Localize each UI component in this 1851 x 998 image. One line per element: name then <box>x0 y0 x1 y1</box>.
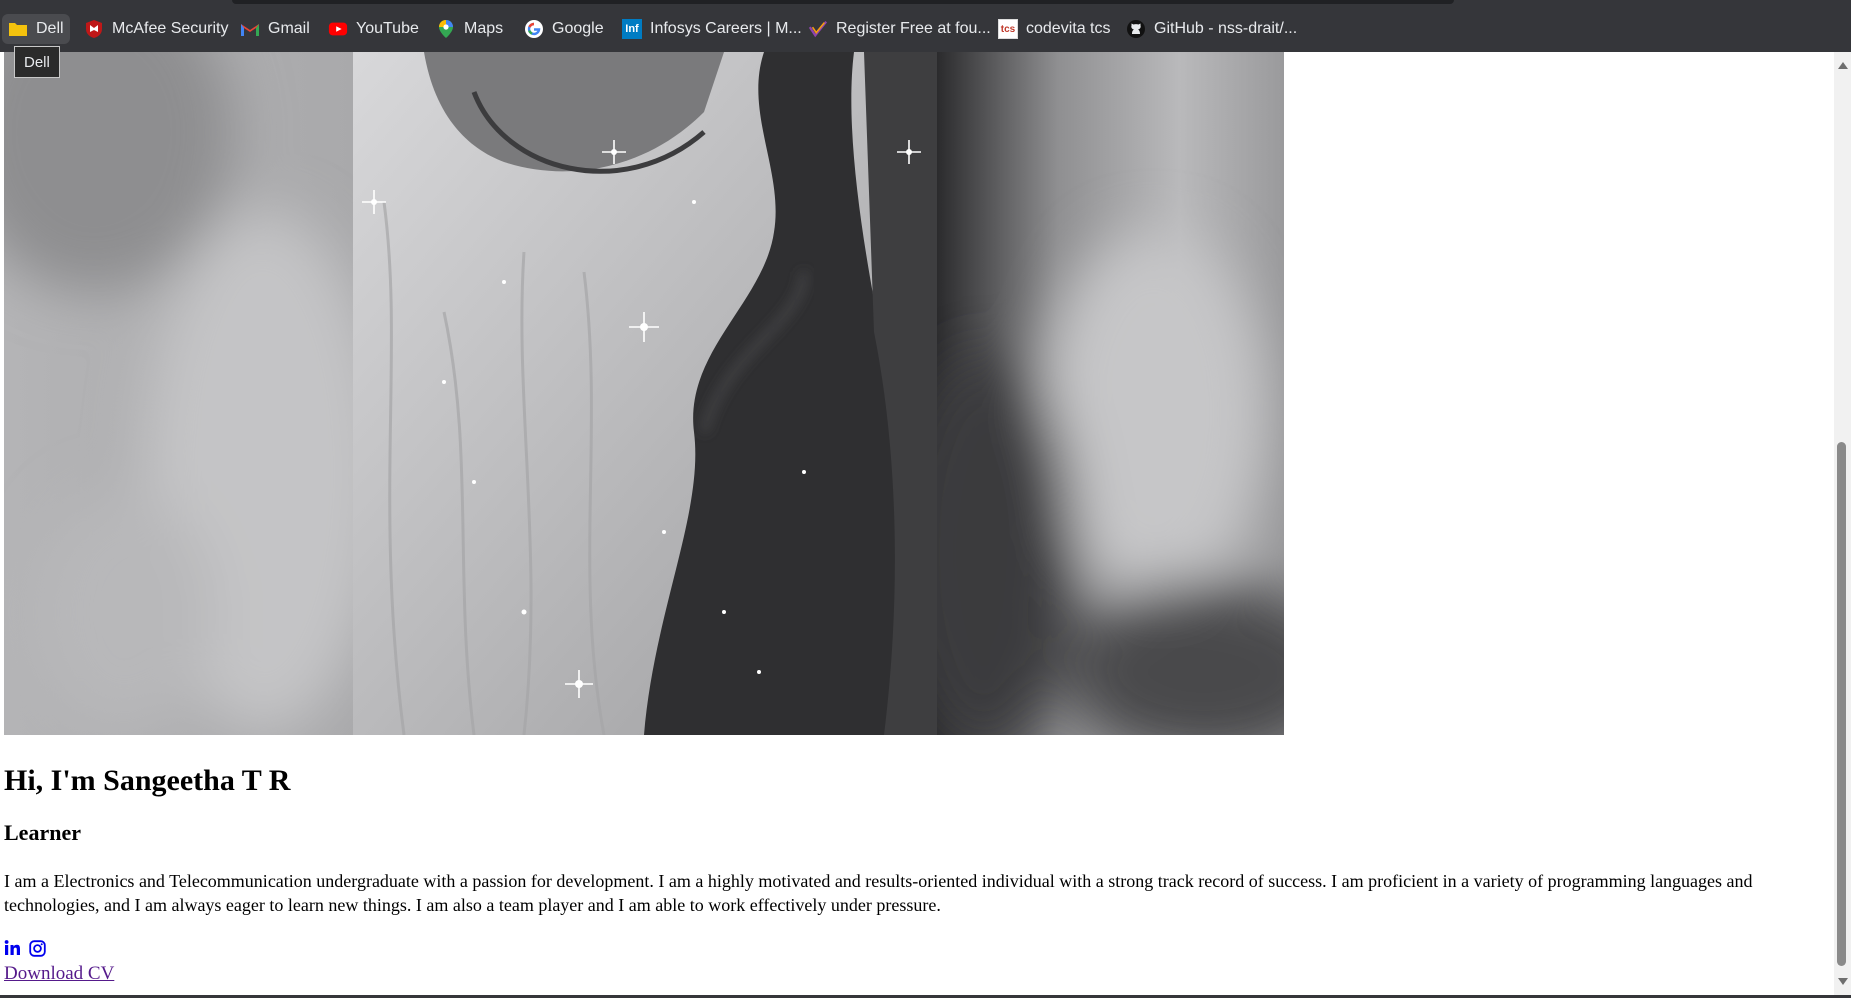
bookmark-maps[interactable]: Maps <box>436 14 503 44</box>
bookmark-tooltip: Dell <box>14 46 60 78</box>
bookmark-register[interactable]: Register Free at fou... <box>808 14 991 44</box>
bookmark-label: Gmail <box>268 20 310 37</box>
hero-section: Hi, I'm Sangeetha T R Learner I am a Ele… <box>4 763 1834 985</box>
bookmark-dell[interactable]: Dell <box>2 14 70 44</box>
folder-icon <box>8 19 28 39</box>
bookmark-infosys[interactable]: Inf Infosys Careers | M... <box>622 14 802 44</box>
bookmark-label: Infosys Careers | M... <box>650 20 802 37</box>
download-cv-link[interactable]: Download CV <box>4 963 114 985</box>
scroll-up-arrow-icon[interactable] <box>1838 62 1848 69</box>
page-viewport: Hi, I'm Sangeetha T R Learner I am a Ele… <box>0 52 1851 995</box>
bookmark-youtube[interactable]: YouTube <box>328 14 419 44</box>
bookmark-codevita[interactable]: tcs codevita tcs <box>998 14 1110 44</box>
hero-heading: Hi, I'm Sangeetha T R <box>4 764 291 797</box>
bookmark-mcafee[interactable]: McAfee Security <box>84 14 228 44</box>
bookmarks-bar: Dell McAfee Security Gmail YouTube Maps … <box>0 0 1851 52</box>
linkedin-icon[interactable] <box>4 940 21 956</box>
role-subheading: Learner <box>4 820 81 845</box>
instagram-icon[interactable] <box>29 939 46 957</box>
profile-photo <box>4 52 1284 735</box>
gmail-icon <box>240 19 260 39</box>
bookmark-label: Dell <box>36 20 64 37</box>
tcs-icon: tcs <box>998 19 1018 39</box>
bookmark-label: GitHub - nss-drait/... <box>1154 20 1298 37</box>
checkmark-logo-icon <box>808 19 828 39</box>
bookmark-label: McAfee Security <box>112 20 229 37</box>
social-links <box>4 937 1834 959</box>
bookmark-label: Maps <box>464 20 504 37</box>
github-icon <box>1126 19 1146 39</box>
google-icon <box>524 19 544 39</box>
scrollbar-thumb[interactable] <box>1837 442 1846 966</box>
bookmark-label: Google <box>552 20 604 37</box>
tab-strip-edge <box>232 0 1454 4</box>
bookmark-label: YouTube <box>356 20 419 37</box>
bookmark-google[interactable]: Google <box>524 14 604 44</box>
maps-pin-icon <box>436 19 456 39</box>
bookmark-label: Register Free at fou... <box>836 20 991 37</box>
page-scrollbar[interactable] <box>1834 52 1851 995</box>
bookmark-gmail[interactable]: Gmail <box>240 14 310 44</box>
scroll-down-arrow-icon[interactable] <box>1838 978 1848 985</box>
youtube-icon <box>328 19 348 39</box>
mcafee-icon <box>84 19 104 39</box>
bookmark-github[interactable]: GitHub - nss-drait/... <box>1126 14 1297 44</box>
bookmark-label: codevita tcs <box>1026 20 1111 37</box>
bio-paragraph: I am a Electronics and Telecommunication… <box>4 871 1753 915</box>
infosys-icon: Inf <box>622 19 642 39</box>
